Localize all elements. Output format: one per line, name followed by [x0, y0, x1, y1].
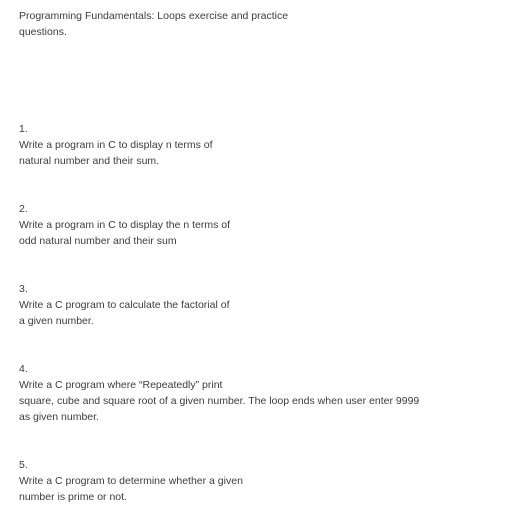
- question-number: 3.: [19, 283, 28, 295]
- question-item: 1. Write a program in C to display n ter…: [19, 121, 479, 169]
- question-item: 4. Write a C program where “Repeatedly” …: [19, 361, 479, 425]
- question-item: 5. Write a C program to determine whethe…: [19, 457, 479, 505]
- question-number: 1.: [19, 123, 28, 135]
- document-page: Programming Fundamentals: Loops exercise…: [19, 8, 499, 503]
- question-text: Write a C program to calculate the facto…: [19, 299, 230, 327]
- question-text: Write a C program to determine whether a…: [19, 475, 243, 503]
- question-number: 2.: [19, 203, 28, 215]
- question-text: Write a C program where “Repeatedly” pri…: [19, 379, 420, 423]
- question-text: Write a program in C to display the n te…: [19, 219, 231, 247]
- question-item: 2. Write a program in C to display the n…: [19, 201, 479, 249]
- question-number: 4.: [19, 363, 28, 375]
- question-number: 5.: [19, 459, 28, 471]
- document-title: Programming Fundamentals: Loops exercise…: [19, 10, 289, 38]
- question-text: Write a program in C to display n terms …: [19, 139, 213, 167]
- question-item: 3. Write a C program to calculate the fa…: [19, 281, 479, 329]
